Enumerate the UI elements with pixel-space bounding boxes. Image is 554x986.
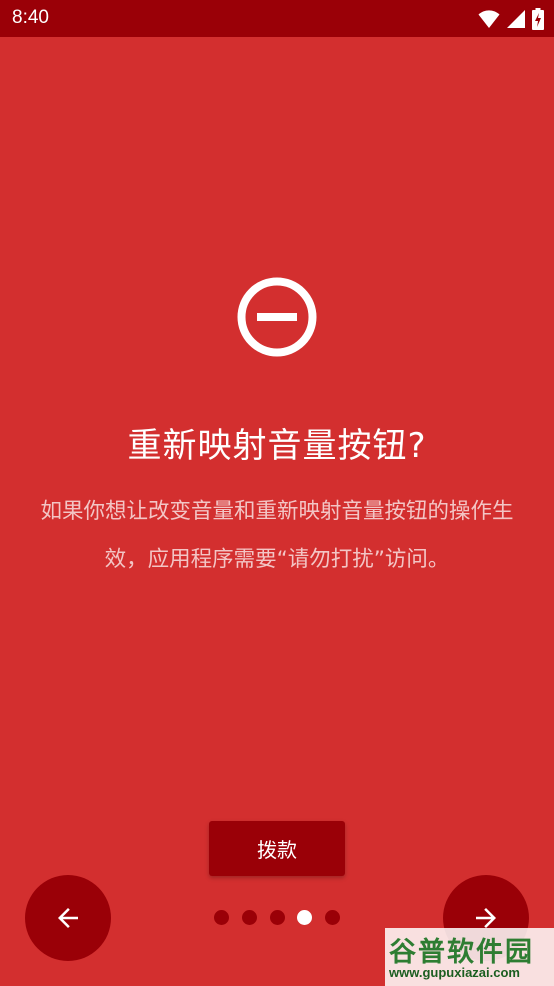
signal-icon [507, 10, 525, 28]
battery-charging-icon [532, 8, 544, 30]
page-title: 重新映射音量按钮? [127, 426, 427, 466]
page-dot-active [297, 910, 312, 925]
page-dot [242, 910, 257, 925]
grant-button[interactable]: 拨款 [209, 821, 345, 876]
watermark-title: 谷普软件园 [389, 937, 534, 968]
status-icons [478, 8, 544, 30]
page-dot [270, 910, 285, 925]
do-not-disturb-icon [237, 277, 317, 357]
status-bar: 8:40 [0, 0, 554, 37]
description-text: 如果你想让改变音量和重新映射音量按钮的操作生效，应用程序需要“请勿打扰”访问。 [40, 499, 514, 572]
status-time: 8:40 [12, 7, 49, 28]
wifi-icon [478, 10, 500, 28]
page-dot [325, 910, 340, 925]
watermark-logo: 谷普软件园 www.gupuxiazai.com [385, 928, 554, 986]
watermark-url: www.gupuxiazai.com [389, 965, 520, 980]
page-dot [214, 910, 229, 925]
